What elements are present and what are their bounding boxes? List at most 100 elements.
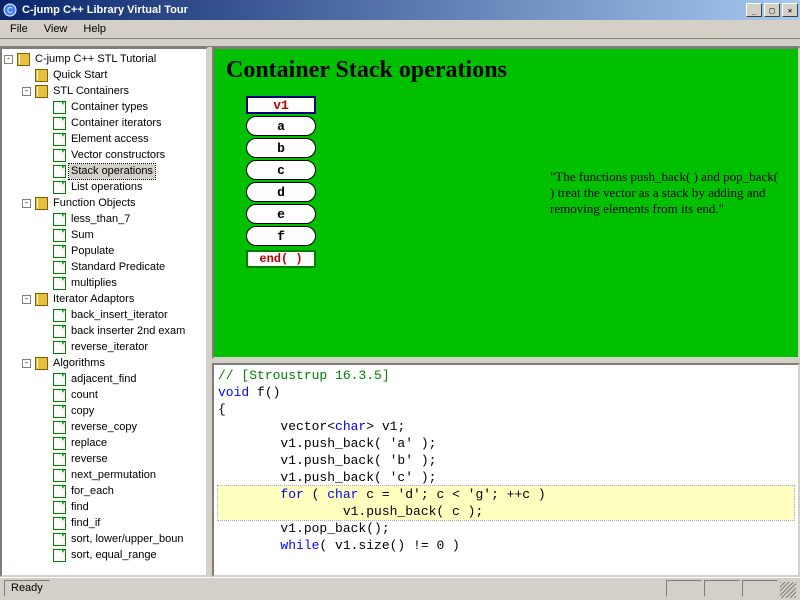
folder-icon — [35, 69, 48, 82]
page-icon — [53, 453, 66, 466]
stack-cell: d — [246, 182, 316, 202]
tree-item[interactable]: Container types — [4, 99, 204, 115]
tree-item[interactable]: sort, equal_range — [4, 547, 204, 563]
code-panel[interactable]: // [Stroustrup 16.3.5] void f() { vector… — [212, 363, 800, 577]
tree-item[interactable]: for_each — [4, 483, 204, 499]
tree-item[interactable]: back inserter 2nd exam — [4, 323, 204, 339]
tree-item[interactable]: reverse — [4, 451, 204, 467]
tree-item-label: Algorithms — [51, 356, 107, 371]
tree-item[interactable]: Stack operations — [4, 163, 204, 179]
collapse-icon[interactable]: - — [22, 359, 31, 368]
tree-item[interactable]: - C-jump C++ STL Tutorial — [4, 51, 204, 67]
page-icon — [53, 533, 66, 546]
code-line: // [Stroustrup 16.3.5] — [218, 367, 794, 384]
tree-item[interactable]: adjacent_find — [4, 371, 204, 387]
tree-item[interactable]: - STL Containers — [4, 83, 204, 99]
page-icon — [53, 517, 66, 530]
tree-item-label: Vector constructors — [69, 148, 167, 163]
tree-guide — [40, 119, 49, 128]
tree-item[interactable]: Vector constructors — [4, 147, 204, 163]
tree-item[interactable]: - Algorithms — [4, 355, 204, 371]
folder-icon — [35, 197, 48, 210]
page-icon — [53, 229, 66, 242]
collapse-icon[interactable]: - — [22, 87, 31, 96]
tree-guide — [40, 327, 49, 336]
close-button[interactable]: ✕ — [782, 3, 798, 17]
folder-icon — [17, 53, 30, 66]
tree-item[interactable]: copy — [4, 403, 204, 419]
tree-guide — [40, 375, 49, 384]
tree-guide — [40, 487, 49, 496]
tree-item-label: sort, lower/upper_boun — [69, 532, 186, 547]
menu-bar: File View Help — [0, 20, 800, 39]
tree-sidebar[interactable]: - C-jump C++ STL TutorialQuick Start - STL … — [0, 47, 208, 577]
tree-item[interactable]: reverse_iterator — [4, 339, 204, 355]
tree-item-label: find — [69, 500, 91, 515]
tree-item-label: adjacent_find — [69, 372, 138, 387]
tree-item[interactable]: back_insert_iterator — [4, 307, 204, 323]
tree-item-label: C-jump C++ STL Tutorial — [33, 52, 158, 67]
tree-item[interactable]: replace — [4, 435, 204, 451]
stack-cell: b — [246, 138, 316, 158]
menu-file[interactable]: File — [2, 21, 36, 37]
stack-cell: e — [246, 204, 316, 224]
maximize-button[interactable]: □ — [764, 3, 780, 17]
tree-item[interactable]: next_permutation — [4, 467, 204, 483]
tree-item-label: reverse_iterator — [69, 340, 150, 355]
tree-item[interactable]: - Iterator Adaptors — [4, 291, 204, 307]
menu-view[interactable]: View — [36, 21, 76, 37]
page-icon — [53, 309, 66, 322]
tree-item[interactable]: Sum — [4, 227, 204, 243]
page-icon — [53, 389, 66, 402]
tree-item-label: STL Containers — [51, 84, 131, 99]
page-icon — [53, 437, 66, 450]
tree-guide — [40, 311, 49, 320]
tree-item[interactable]: List operations — [4, 179, 204, 195]
tree-item-label: Container iterators — [69, 116, 164, 131]
collapse-icon[interactable]: - — [22, 199, 31, 208]
tree-item[interactable]: sort, lower/upper_boun — [4, 531, 204, 547]
page-icon — [53, 469, 66, 482]
tree-item[interactable]: Quick Start — [4, 67, 204, 83]
code-line: vector<char> v1; — [218, 418, 794, 435]
svg-text:C: C — [7, 6, 13, 15]
collapse-icon[interactable]: - — [4, 55, 13, 64]
tree-item[interactable]: less_than_7 — [4, 211, 204, 227]
page-icon — [53, 501, 66, 514]
folder-icon — [35, 293, 48, 306]
title-bar: C C-jump C++ Library Virtual Tour _ □ ✕ — [0, 0, 800, 20]
tree-item-label: Sum — [69, 228, 96, 243]
tree-item-label: List operations — [69, 180, 145, 195]
tree-item-label: copy — [69, 404, 96, 419]
tree-item[interactable]: Element access — [4, 131, 204, 147]
page-icon — [53, 325, 66, 338]
toolbar — [0, 39, 800, 47]
page-icon — [53, 149, 66, 162]
tree-item[interactable]: Standard Predicate — [4, 259, 204, 275]
tree-item[interactable]: count — [4, 387, 204, 403]
tree-guide — [40, 551, 49, 560]
resize-grip[interactable] — [780, 582, 796, 598]
tree-item[interactable]: multiplies — [4, 275, 204, 291]
menu-help[interactable]: Help — [75, 21, 114, 37]
page-icon — [53, 101, 66, 114]
collapse-icon[interactable]: - — [22, 295, 31, 304]
tree-guide — [40, 167, 49, 176]
tree-item[interactable]: reverse_copy — [4, 419, 204, 435]
minimize-button[interactable]: _ — [746, 3, 762, 17]
folder-icon — [35, 357, 48, 370]
tree-item[interactable]: Populate — [4, 243, 204, 259]
tree-item-label: count — [69, 388, 100, 403]
tree-item-label: Iterator Adaptors — [51, 292, 136, 307]
tree-guide — [40, 423, 49, 432]
tree-guide — [40, 215, 49, 224]
tree-item-label: Standard Predicate — [69, 260, 167, 275]
tree-item[interactable]: find_if — [4, 515, 204, 531]
tree-guide — [40, 407, 49, 416]
status-bar: Ready — [0, 577, 800, 598]
stack-header: v1 — [246, 96, 316, 114]
tree-item[interactable]: find — [4, 499, 204, 515]
tree-item[interactable]: Container iterators — [4, 115, 204, 131]
tree-item-label: find_if — [69, 516, 102, 531]
tree-item[interactable]: -Function Objects — [4, 195, 204, 211]
